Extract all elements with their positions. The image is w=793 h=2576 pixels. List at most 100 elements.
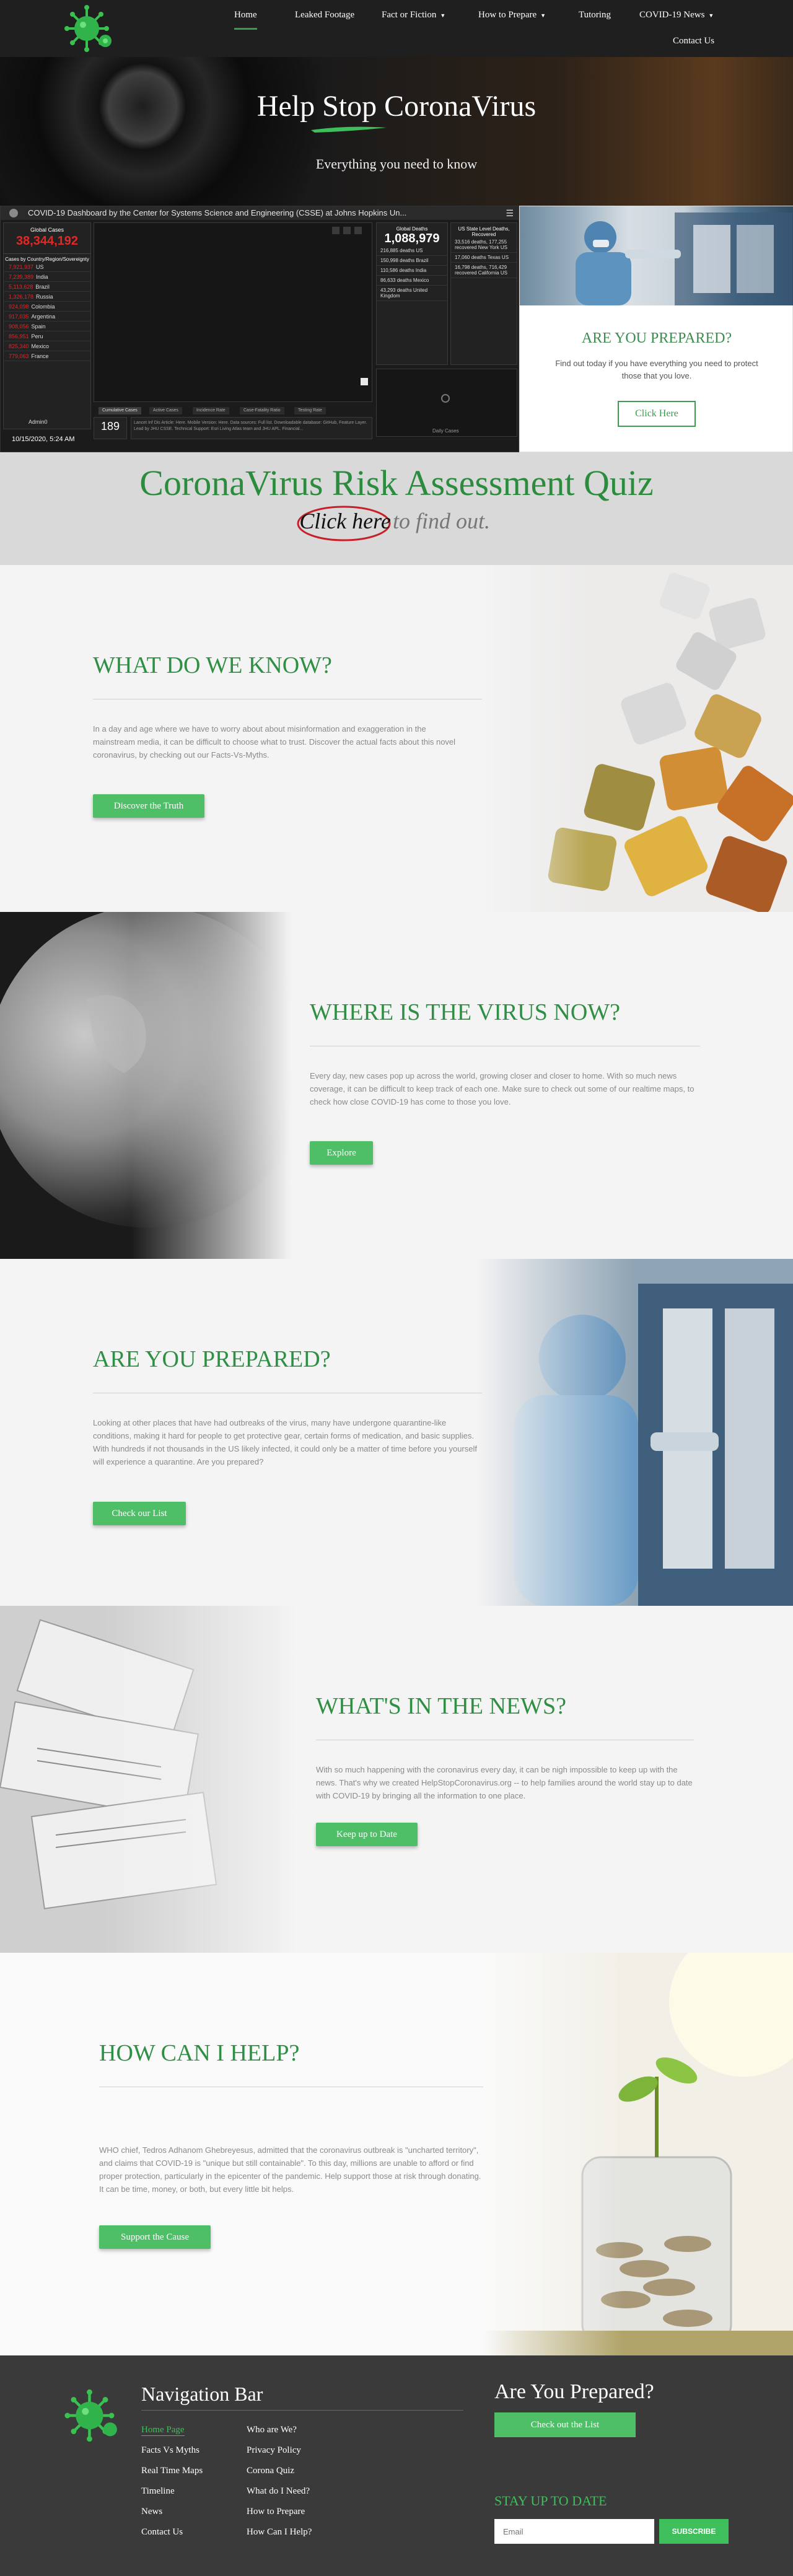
nav-leaked-footage[interactable]: Leaked Footage — [295, 7, 354, 22]
nav-fact-or-fiction[interactable]: Fact or Fiction ▼ — [382, 7, 445, 22]
virus-logo-icon[interactable] — [62, 4, 118, 53]
prepared-card-title: ARE YOU PREPARED? — [581, 330, 732, 346]
country-row[interactable]: 7,921,937 US — [4, 262, 90, 272]
daily-cases-chart[interactable]: Daily Cases — [376, 369, 517, 437]
dashboard-info-text: Lancet Inf Dis Article: Here. Mobile Ver… — [131, 417, 372, 439]
footer-link-how-to-prepare[interactable]: How to Prepare — [247, 2507, 305, 2517]
map-control-icon[interactable] — [354, 227, 362, 234]
dashboard-map[interactable] — [94, 222, 372, 402]
virus-logo-icon[interactable] — [62, 2388, 124, 2443]
footer-link-what-do-i-need[interactable]: What do I Need? — [247, 2486, 310, 2497]
chart-footer-label: Daily Cases — [432, 428, 459, 434]
footer-link-maps[interactable]: Real Time Maps — [141, 2466, 203, 2476]
footer-link-quiz[interactable]: Corona Quiz — [247, 2466, 294, 2476]
check-list-button[interactable]: Check our List — [93, 1502, 186, 1525]
map-tab[interactable]: Testing Rate — [294, 407, 326, 414]
deaths-row[interactable]: 110,586 deaths India — [377, 266, 447, 276]
map-tabs: Cumulative Cases Active Cases Incidence … — [94, 407, 372, 414]
country-count: 856,951 — [9, 333, 29, 340]
nav-tutoring[interactable]: Tutoring — [579, 7, 611, 22]
recovered-row[interactable]: 17,060 deaths Texas US — [451, 253, 517, 263]
quiz-banner: CoronaVirus Risk Assessment Quiz Click h… — [0, 452, 793, 565]
menu-icon[interactable]: ☰ — [506, 206, 514, 220]
country-count: 7,921,937 — [9, 264, 34, 270]
prepared-text: Looking at other places that have had ou… — [93, 1418, 477, 1466]
footer-link-facts[interactable]: Facts Vs Myths — [141, 2445, 199, 2456]
help-title: HOW CAN I HELP? — [99, 2040, 300, 2066]
section-how-can-i-help: HOW CAN I HELP? WHO chief, Tedros Adhano… — [0, 1953, 793, 2355]
footer-link-news[interactable]: News — [141, 2507, 162, 2517]
coin-jar-image — [483, 1953, 793, 2355]
country-name: France — [31, 353, 49, 359]
country-row[interactable]: 908,056 Spain — [4, 322, 90, 331]
help-text: WHO chief, Tedros Adhanom Ghebreyesus, a… — [99, 2145, 481, 2194]
footer-link-how-can-i-help[interactable]: How Can I Help? — [247, 2527, 312, 2538]
subscribe-button[interactable]: SUBSCRIBE — [659, 2519, 729, 2544]
map-tab[interactable]: Active Cases — [149, 407, 182, 414]
footer-link-privacy[interactable]: Privacy Policy — [247, 2445, 301, 2456]
country-row[interactable]: 856,951 Peru — [4, 331, 90, 341]
deaths-value: 1,088,979 — [384, 232, 440, 245]
nav-home-label: Home — [234, 10, 257, 20]
keep-up-to-date-button[interactable]: Keep up to Date — [316, 1823, 418, 1846]
puzzle-pieces-image — [477, 565, 793, 912]
discover-truth-button[interactable]: Discover the Truth — [93, 794, 204, 818]
country-row[interactable]: 917,035 Argentina — [4, 312, 90, 322]
footer-link-timeline[interactable]: Timeline — [141, 2486, 175, 2497]
map-tab[interactable]: Case-Fatality Ratio — [240, 407, 284, 414]
cases-by-label: Cases by Country/Region/Sovereignty — [4, 253, 90, 262]
country-row[interactable]: 1,326,178 Russia — [4, 292, 90, 302]
chevron-down-icon: ▼ — [708, 12, 714, 19]
country-name: India — [36, 274, 48, 280]
support-cause-button[interactable]: Support the Cause — [99, 2225, 211, 2249]
recovered-row[interactable]: 33,516 deaths, 177,255 recovered New Yor… — [451, 237, 517, 253]
country-count: 924,098 — [9, 304, 29, 310]
nav-home[interactable]: Home — [234, 7, 257, 30]
quiz-title[interactable]: CoronaVirus Risk Assessment Quiz — [0, 462, 793, 504]
recovered-label: US State Level Deaths, Recovered — [458, 226, 510, 237]
check-out-list-button[interactable]: Check out the List — [494, 2412, 636, 2437]
map-control-icon[interactable] — [332, 227, 340, 234]
dashboard-cases-panel: Global Cases 38,344,192 Cases by Country… — [3, 222, 91, 429]
site-header: Home Leaked Footage Fact or Fiction ▼ How… — [0, 0, 793, 57]
country-row[interactable]: 825,340 Mexico — [4, 341, 90, 351]
list-footer[interactable]: Admin0 — [28, 419, 48, 425]
country-name: Argentina — [31, 313, 56, 320]
healthcare-worker-photo — [520, 206, 793, 305]
nav-covid-news[interactable]: COVID-19 News ▼ — [639, 7, 714, 22]
country-name: Russia — [36, 294, 53, 300]
newspapers-image — [0, 1606, 297, 1953]
email-input[interactable] — [494, 2519, 654, 2544]
deaths-row[interactable]: 150,998 deaths Brazil — [377, 256, 447, 266]
footer-link-home[interactable]: Home Page — [141, 2425, 185, 2436]
deaths-row[interactable]: 216,885 deaths US — [377, 246, 447, 256]
country-count-box: 189 — [94, 417, 127, 439]
virus-title: WHERE IS THE VIRUS NOW? — [310, 999, 620, 1025]
quiz-find-out-text: to find out. — [393, 509, 491, 533]
map-tab[interactable]: Incidence Rate — [193, 407, 229, 414]
nav-how-to-prepare[interactable]: How to Prepare ▼ — [478, 7, 546, 22]
footer-link-who-are-we[interactable]: Who are We? — [247, 2425, 297, 2435]
footer-link-contact[interactable]: Contact Us — [141, 2527, 183, 2538]
covid-dashboard-embed[interactable]: COVID-19 Dashboard by the Center for Sys… — [0, 206, 519, 452]
news-title: WHAT'S IN THE NEWS? — [316, 1693, 567, 1719]
country-row[interactable]: 7,239,389 India — [4, 272, 90, 282]
country-row[interactable]: 5,113,628 Brazil — [4, 282, 90, 292]
map-tab[interactable]: Cumulative Cases — [99, 407, 141, 414]
map-control-icon[interactable] — [343, 227, 351, 234]
click-here-button[interactable]: Click Here — [618, 401, 696, 427]
know-title: WHAT DO WE KNOW? — [93, 652, 332, 678]
explore-button[interactable]: Explore — [310, 1141, 373, 1165]
country-row[interactable]: 924,098 Colombia — [4, 302, 90, 312]
section-where-is-virus: WHERE IS THE VIRUS NOW? Every day, new c… — [0, 912, 793, 1259]
footer-nav-heading: Navigation Bar — [141, 2383, 263, 2405]
virus-text: Every day, new cases pop up across the w… — [310, 1071, 694, 1106]
country-row[interactable]: 779,063 France — [4, 351, 90, 361]
nav-contact-us[interactable]: Contact Us — [673, 33, 714, 48]
deaths-row[interactable]: 43,293 deaths United Kingdom — [377, 286, 447, 301]
country-count: 917,035 — [9, 313, 29, 320]
quiz-click-here-link[interactable]: Click here — [299, 508, 392, 534]
recovered-row[interactable]: 16,798 deaths, 716,429 recovered Califor… — [451, 263, 517, 278]
deaths-row[interactable]: 86,633 deaths Mexico — [377, 276, 447, 286]
dashboard-titlebar: COVID-19 Dashboard by the Center for Sys… — [1, 206, 519, 220]
